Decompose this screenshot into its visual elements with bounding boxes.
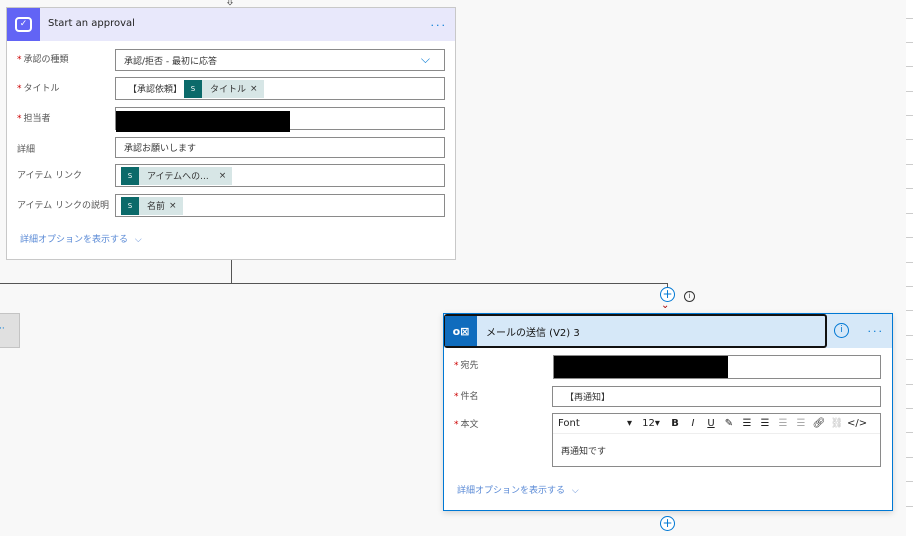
field-label: アイテム リンクの説明 <box>17 201 109 211</box>
item-link-input[interactable]: S アイテムへの... × <box>115 164 445 187</box>
body-editor[interactable]: Font ▾ 12 ▾ B I U ✎ ☰ ☰ ☰ ☰ 🔗︎ ⛓︎ </> 再通知で… <box>552 413 881 467</box>
numbered-list-icon[interactable]: ☰ <box>757 416 773 432</box>
sharepoint-icon: S <box>121 166 139 185</box>
field-label: * 担当者 <box>17 114 51 124</box>
info-icon[interactable]: i <box>684 291 695 302</box>
increase-indent-icon[interactable]: ☰ <box>793 416 809 432</box>
editor-toolbar: Font ▾ 12 ▾ B I U ✎ ☰ ☰ ☰ ☰ 🔗︎ ⛓︎ </> <box>553 414 880 434</box>
approval-title: Start an approval <box>48 18 135 29</box>
info-icon[interactable]: i <box>834 323 849 338</box>
show-advanced-options-link[interactable]: 詳細オプションを表示する ⌵ <box>457 483 579 496</box>
link-icon[interactable]: 🔗︎ <box>811 416 827 432</box>
mail-title: メールの送信 (V2) 3 <box>486 328 580 339</box>
font-size-dropdown[interactable]: 12 ▾ <box>637 416 665 432</box>
remove-token-icon[interactable]: × <box>219 171 227 181</box>
redacted-block <box>554 356 728 378</box>
right-panel <box>906 0 913 536</box>
chevron-down-icon: ⌵ <box>571 486 579 496</box>
mail-header[interactable]: o⊠ メールの送信 (V2) 3 i ... <box>444 314 892 348</box>
highlight-pen-icon[interactable]: ✎ <box>721 416 737 432</box>
bold-icon[interactable]: B <box>667 416 683 432</box>
decrease-indent-icon[interactable]: ☰ <box>775 416 791 432</box>
dynamic-token[interactable]: S タイトル × <box>184 79 264 98</box>
approval-icon: ✓ <box>7 8 40 41</box>
remove-token-icon[interactable]: × <box>169 201 177 211</box>
field-label: 詳細 <box>17 145 36 155</box>
sharepoint-icon: S <box>184 79 203 98</box>
outlook-icon: o⊠ <box>445 316 477 346</box>
add-step-button[interactable]: + <box>660 516 675 531</box>
approval-card: ✓ Start an approval ... * 承認の種類 承認/拒否 - 最… <box>6 7 456 260</box>
subject-input[interactable]: 【再通知】 <box>552 386 881 407</box>
chevron-down-icon: ⌵ <box>134 235 142 245</box>
redacted-block <box>116 111 290 132</box>
chevron-down-icon: ⌵ <box>420 52 430 66</box>
connector-line <box>0 283 668 284</box>
field-label: * 本文 <box>454 420 479 430</box>
dynamic-token[interactable]: S 名前 × <box>121 196 183 215</box>
bullet-list-icon[interactable]: ☰ <box>739 416 755 432</box>
sharepoint-icon: S <box>121 196 139 215</box>
more-options-button[interactable]: ... <box>868 322 885 335</box>
item-link-description-input[interactable]: S 名前 × <box>115 194 445 217</box>
field-label: * タイトル <box>17 84 60 94</box>
show-advanced-options-link[interactable]: 詳細オプションを表示する ⌵ <box>20 232 142 245</box>
code-view-icon[interactable]: </> <box>847 416 867 432</box>
approval-header[interactable]: ✓ Start an approval ... <box>7 8 455 41</box>
italic-icon[interactable]: I <box>685 416 701 432</box>
send-email-card: o⊠ メールの送信 (V2) 3 i ... * 宛先 * 件名 【再通知】 * 本文… <box>443 313 893 511</box>
more-options-button[interactable]: ... <box>431 16 448 29</box>
connector-line <box>231 259 232 283</box>
details-input[interactable]: 承認お願いします <box>115 137 445 158</box>
underline-icon[interactable]: U <box>703 416 719 432</box>
field-label: * 宛先 <box>454 361 479 371</box>
remove-token-icon[interactable]: × <box>250 84 258 94</box>
arrow-down-icon: ⌄ <box>661 300 670 311</box>
dynamic-token[interactable]: S アイテムへの... × <box>121 166 233 185</box>
collapsed-card[interactable]: ·· <box>0 313 20 348</box>
font-dropdown[interactable]: Font ▾ <box>555 416 635 432</box>
approval-type-dropdown[interactable]: 承認/拒否 - 最初に応答 ⌵ <box>115 49 445 71</box>
unlink-icon[interactable]: ⛓︎ <box>829 416 845 432</box>
field-label: アイテム リンク <box>17 171 82 181</box>
body-text: 再通知です <box>561 447 607 457</box>
field-label: * 承認の種類 <box>17 55 69 65</box>
field-label: * 件名 <box>454 392 479 402</box>
title-input[interactable]: 【承認依頼】 S タイトル × <box>115 77 445 100</box>
